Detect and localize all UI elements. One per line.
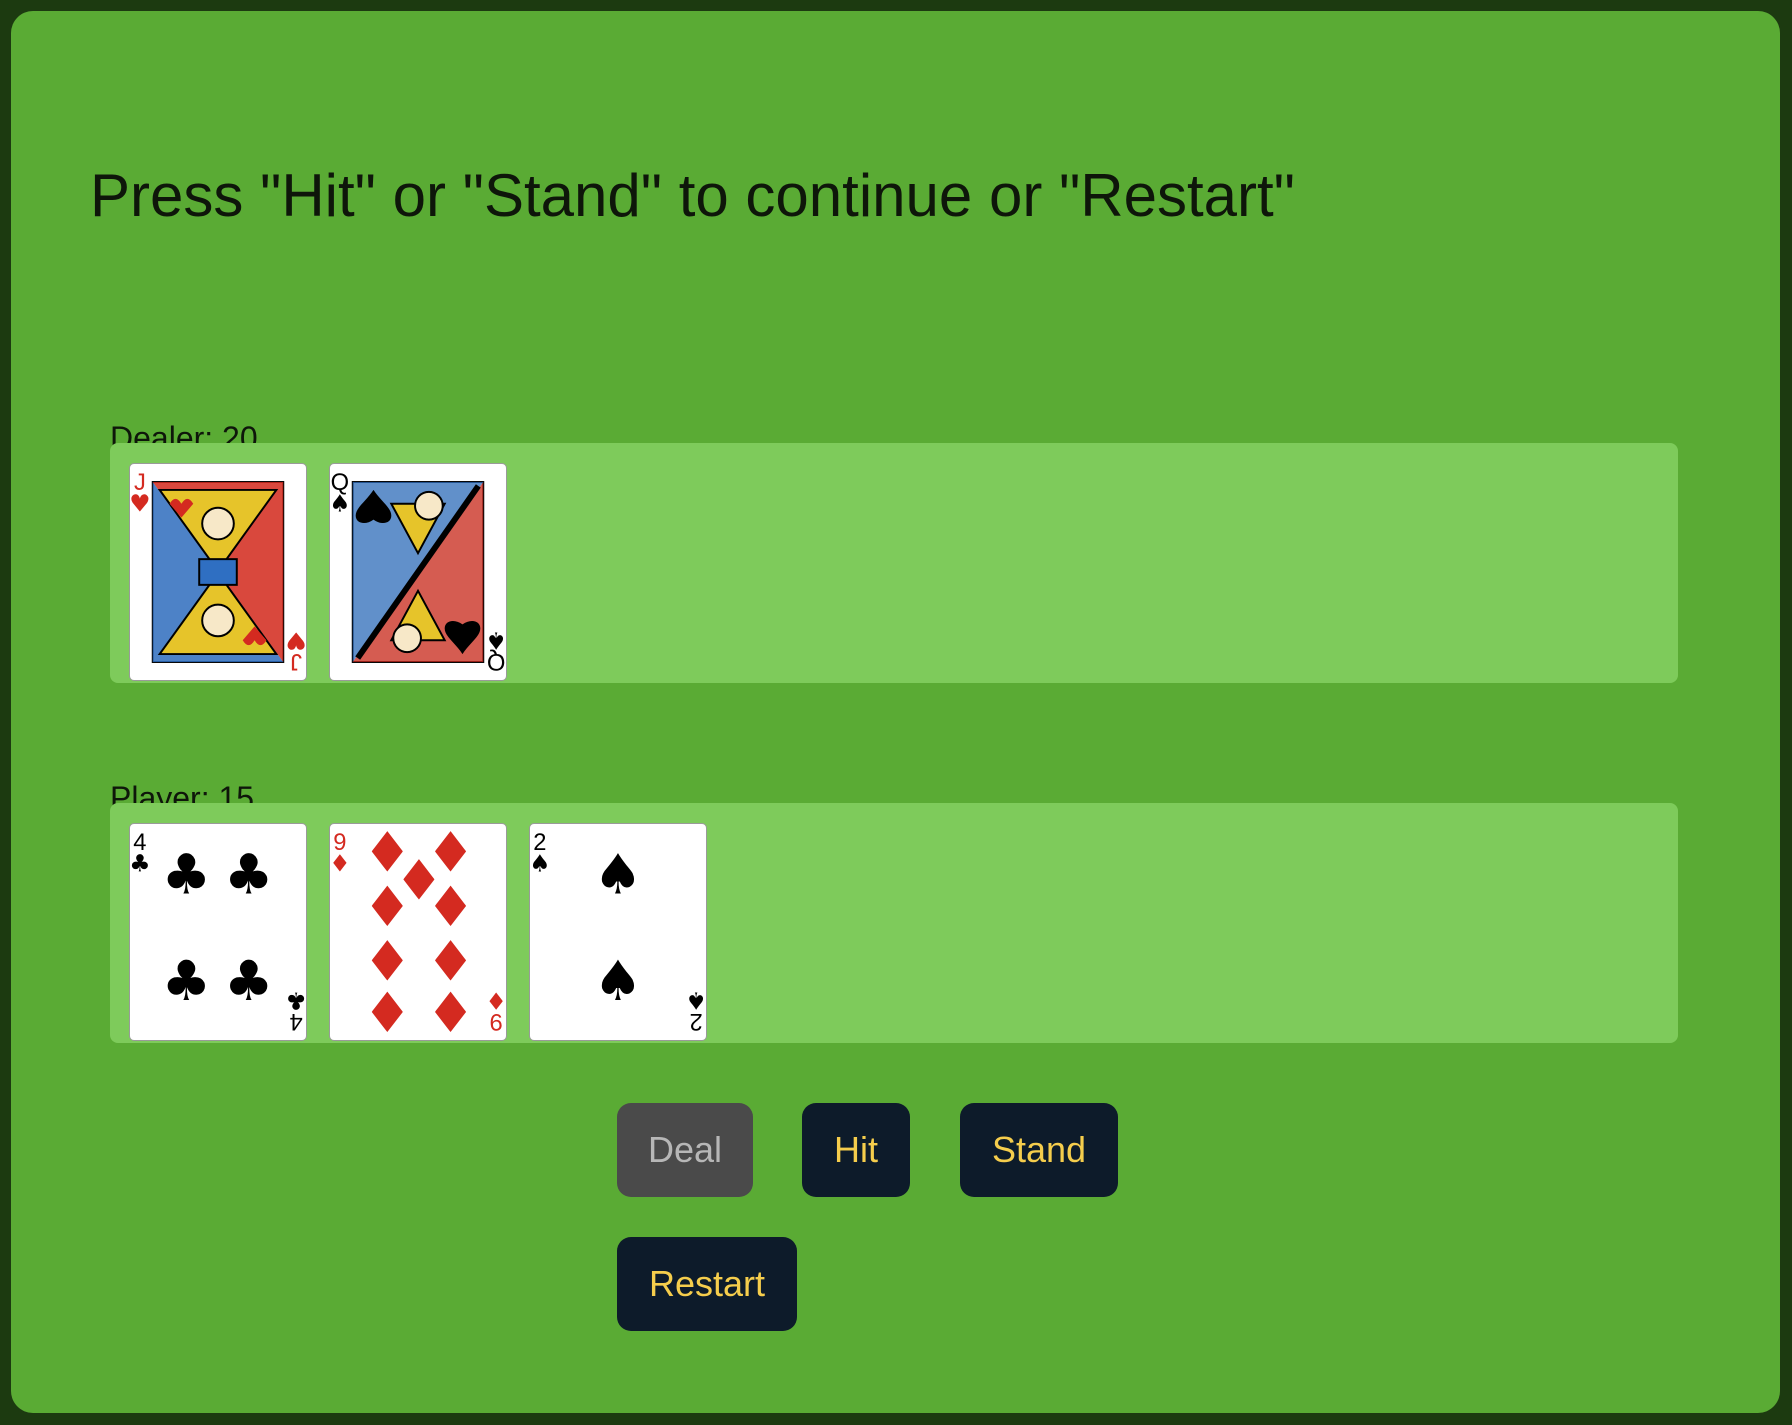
player-hand: ♣ ♣ ♣ ♣ 4 ♣ 4 ♣ ♦ ♦ ♦ ♦ ♦ ♦ ♦ ♦ ♦ 9 ♦ 9 … bbox=[110, 803, 1678, 1043]
card-corner-index: 9♦ bbox=[330, 830, 351, 878]
card-suit: ♣ bbox=[130, 850, 151, 878]
restart-button[interactable]: Restart bbox=[617, 1237, 797, 1331]
two-of-spades-face: ♠ ♠ 2♠ 2♠ bbox=[530, 830, 706, 1034]
card-corner-index: 4♣ bbox=[130, 830, 151, 878]
nine-of-diamonds-face: ♦ ♦ ♦ ♦ ♦ ♦ ♦ ♦ ♦ 9♦9♦ bbox=[330, 824, 506, 1040]
card-suit: ♠ bbox=[530, 850, 551, 878]
svg-text:♣: ♣ bbox=[162, 843, 212, 907]
svg-text:♣: ♣ bbox=[224, 950, 274, 1014]
card-suit: ♠ bbox=[685, 986, 706, 1014]
card-corner-index: J♥ bbox=[285, 626, 306, 674]
card-suit: ♦ bbox=[485, 986, 506, 1014]
card-suit: ♦ bbox=[330, 850, 351, 878]
card-corner-index: 4♣ bbox=[285, 986, 306, 1034]
card-corner-index: 2♠ bbox=[685, 986, 706, 1034]
hit-button[interactable]: Hit bbox=[802, 1103, 910, 1197]
svg-text:♦: ♦ bbox=[363, 982, 413, 1040]
card-corner-index: 2♠ bbox=[530, 830, 551, 878]
svg-text:♦: ♦ bbox=[426, 982, 476, 1040]
card-jack-of-hearts: J ♥ J ♥ bbox=[129, 463, 307, 681]
card-suit: ♠ bbox=[485, 626, 506, 654]
card-four-of-clubs: ♣ ♣ ♣ ♣ 4 ♣ 4 ♣ bbox=[129, 823, 307, 1041]
game-table: Press "Hit" or "Stand" to continue or "R… bbox=[11, 11, 1780, 1413]
queen-of-spades-face: Q♠ Q♠ bbox=[330, 470, 506, 674]
card-suit: ♠ bbox=[330, 490, 351, 518]
card-suit: ♥ bbox=[130, 490, 151, 518]
jack-of-hearts-face: J♥ J♥ bbox=[130, 470, 306, 674]
card-nine-of-diamonds: ♦ ♦ ♦ ♦ ♦ ♦ ♦ ♦ ♦ 9 ♦ 9 ♦ bbox=[329, 823, 507, 1041]
card-suit: ♣ bbox=[285, 986, 306, 1014]
status-message: Press "Hit" or "Stand" to continue or "R… bbox=[90, 162, 1295, 229]
card-two-of-spades: ♠ ♠ 2 ♠ 2 ♠ bbox=[529, 823, 707, 1041]
stand-button[interactable]: Stand bbox=[960, 1103, 1118, 1197]
deal-button[interactable]: Deal bbox=[617, 1103, 753, 1197]
card-corner-index: 9♦ bbox=[485, 986, 506, 1034]
dealer-hand: J ♥ J ♥ Q ♠ Q ♠ bbox=[110, 443, 1678, 683]
four-of-clubs-face: ♣ ♣ ♣ ♣ 4♣ 4♣ bbox=[130, 830, 306, 1034]
card-corner-index: Q♠ bbox=[485, 626, 506, 674]
svg-text:♣: ♣ bbox=[162, 950, 212, 1014]
card-suit: ♥ bbox=[285, 626, 306, 654]
card-corner-index: J♥ bbox=[130, 470, 151, 518]
card-queen-of-spades: Q ♠ Q ♠ bbox=[329, 463, 507, 681]
svg-text:♣: ♣ bbox=[224, 843, 274, 907]
card-corner-index: Q♠ bbox=[330, 470, 351, 518]
svg-text:♠: ♠ bbox=[593, 950, 643, 1014]
svg-text:♠: ♠ bbox=[593, 843, 643, 907]
